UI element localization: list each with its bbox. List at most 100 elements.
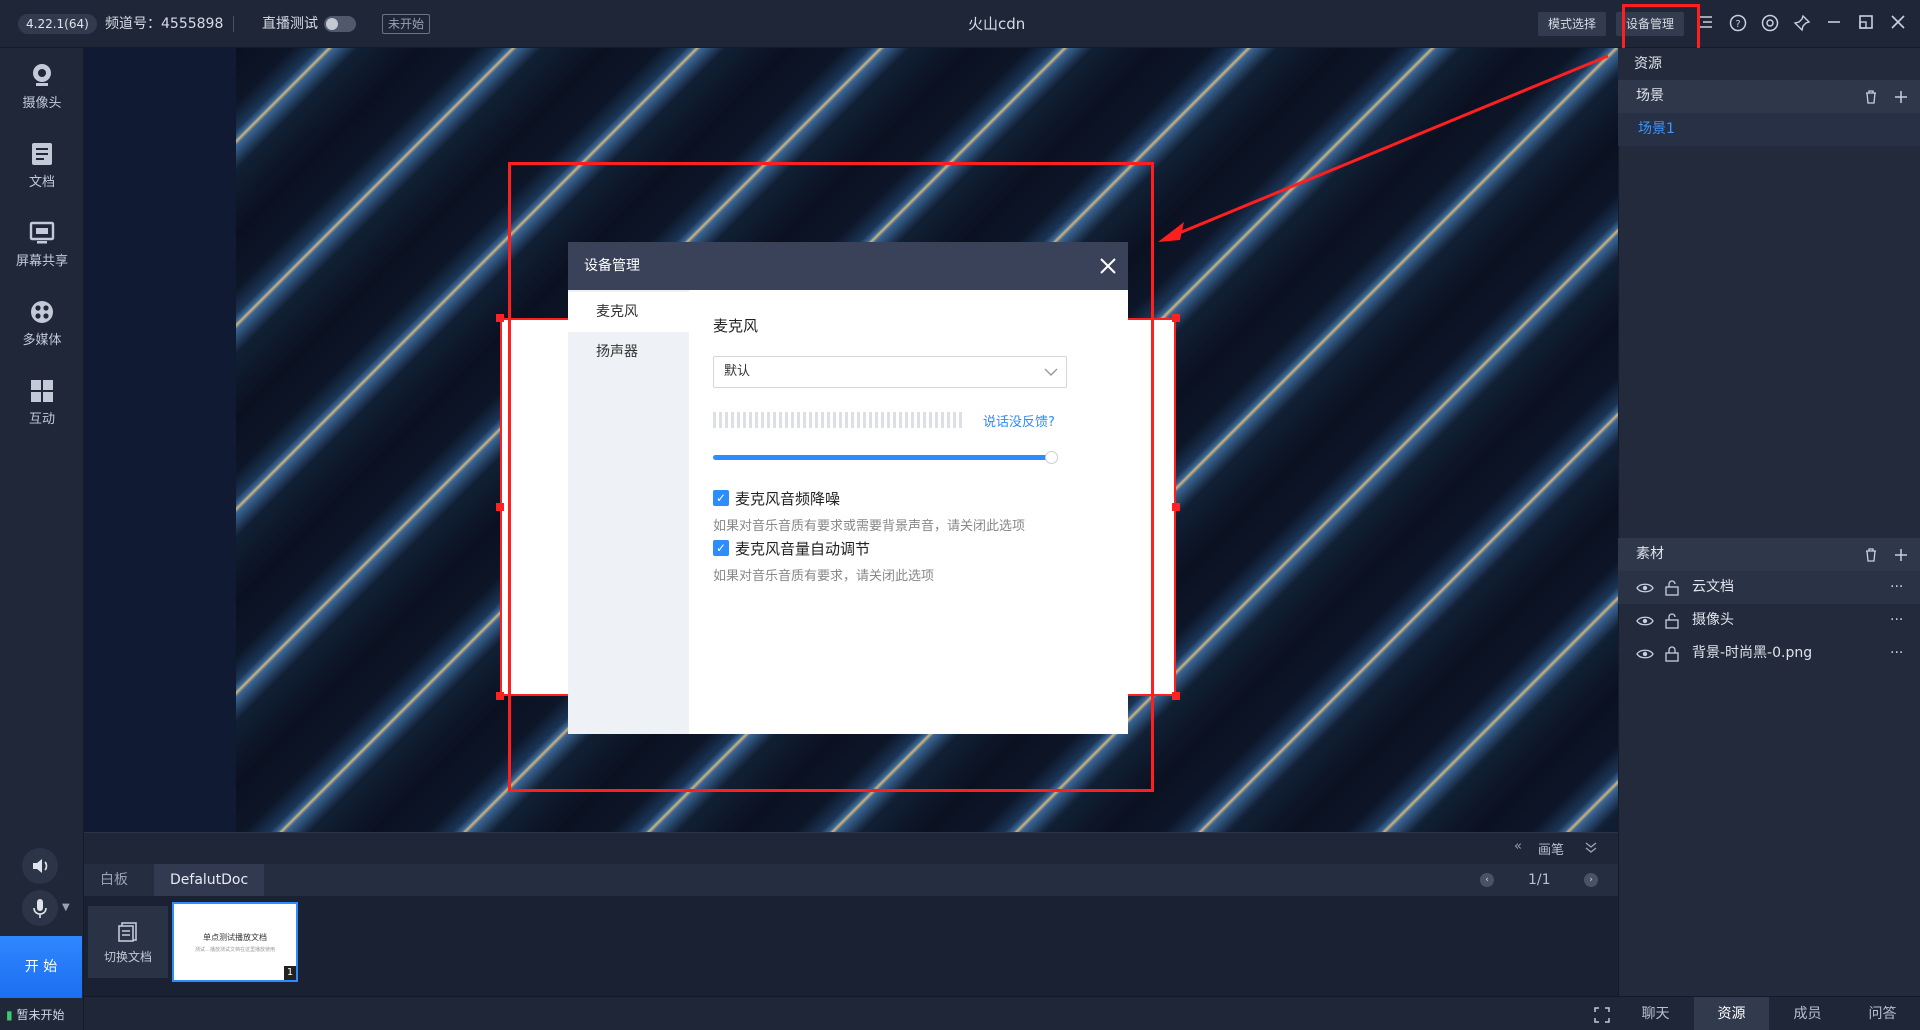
trash-icon[interactable] [1864,548,1878,562]
sidebar-item-document[interactable]: 文档 [0,131,84,201]
window-title: 火山cdn [968,15,1026,33]
more-icon[interactable]: ··· [1890,637,1903,670]
eye-icon[interactable] [1636,582,1654,594]
multimedia-icon [31,301,53,323]
resize-handle[interactable] [1172,503,1180,511]
live-status: ▮ 暂未开始 [6,1006,64,1023]
material-section-header: 素材 [1618,538,1920,571]
sidebar-item-label: 互动 [28,412,55,427]
doc-thumbnail[interactable]: 单点测试播放文档 测试…播放测试文档在这里播放使用 1 [172,902,298,982]
scene-item[interactable]: 场景1 [1618,113,1920,146]
minimize-icon[interactable] [1824,14,1844,34]
status-badge: 未开始 [382,14,431,34]
sidebar-item-multimedia[interactable]: 多媒体 [0,289,84,359]
help-icon[interactable]: ? [1728,14,1748,34]
switch-doc-icon [118,922,137,942]
speaker-button[interactable] [22,848,58,884]
material-name: 背景-时尚黑-0.png [1692,645,1813,661]
lock-icon[interactable] [1664,646,1680,662]
sidebar-item-label: 摄像头 [22,96,62,111]
scene-section-header: 场景 [1618,80,1920,113]
pen-tool[interactable]: 画笔 [1538,839,1564,858]
eye-icon[interactable] [1636,615,1654,627]
settings-icon[interactable] [1760,14,1780,34]
add-icon[interactable] [1894,548,1908,562]
microphone-button[interactable] [22,890,58,926]
annotation-box [1622,4,1700,52]
sidebar-item-label: 多媒体 [22,333,62,348]
sidebar-item-label: 屏幕共享 [15,254,68,269]
tab-whiteboard[interactable]: 白板 [84,864,144,896]
start-button[interactable]: 开 始 [0,936,82,998]
channel-number: 频道号：4555898 [105,16,224,32]
tab-chat[interactable]: 聊天 [1618,997,1693,1030]
material-item[interactable]: 云文档 ··· [1618,571,1920,604]
more-icon[interactable]: ··· [1890,604,1903,637]
microphone-icon [33,899,47,918]
switch-doc-button[interactable]: 切换文档 [88,906,168,978]
document-icon [32,143,52,165]
next-page-button[interactable]: › [1584,873,1598,887]
svg-text:?: ? [1735,19,1740,30]
version-badge: 4.22.1(64) [18,14,97,34]
sidebar-item-interactive[interactable]: 互动 [0,368,84,438]
resources-title: 资源 [1618,48,1920,80]
live-test-toggle[interactable] [324,16,356,32]
add-icon[interactable] [1894,90,1908,104]
material-name: 摄像头 [1692,612,1734,628]
thumb-subtitle: 测试…播放测试文档在这里播放使用 [194,947,275,953]
thumb-index: 1 [284,966,296,980]
pin-icon[interactable] [1792,14,1812,34]
thumb-title: 单点测试播放文档 [203,933,267,942]
trash-icon[interactable] [1864,90,1878,104]
page-indicator: 1/1 [1528,872,1551,888]
signal-icon: ▮ [6,1008,13,1022]
eye-icon[interactable] [1636,648,1654,660]
close-icon[interactable] [1888,14,1908,34]
maximize-icon[interactable] [1856,14,1876,34]
scene-item-label: 场景1 [1638,121,1675,137]
camera-icon [33,64,51,86]
resize-handle[interactable] [496,503,504,511]
switch-doc-label: 切换文档 [103,950,152,964]
material-item[interactable]: 背景-时尚黑-0.png ··· [1618,637,1920,670]
thumbnail-strip [84,896,1618,996]
sidebar-item-label: 文档 [28,175,55,190]
live-test-label: 直播测试 [262,16,318,32]
live-status-text: 暂未开始 [16,1008,65,1022]
footer-bar [84,996,1618,1030]
annotation-box [508,162,1154,792]
grid-icon [31,380,53,402]
fullscreen-icon[interactable] [1594,1007,1610,1023]
chevron-down-icon[interactable]: ▼ [62,902,70,913]
tab-resources[interactable]: 资源 [1694,997,1769,1030]
sidebar-item-camera[interactable]: 摄像头 [0,52,84,122]
tab-members[interactable]: 成员 [1770,997,1845,1030]
doc-tab-bar: 白板 DefalutDoc ‹ 1/1 › [84,864,1618,896]
tab-qa[interactable]: 问答 [1845,997,1920,1030]
resize-handle[interactable] [496,314,504,322]
divider [233,16,234,32]
resize-handle[interactable] [1172,692,1180,700]
tab-default-doc[interactable]: DefalutDoc [154,864,265,896]
unlock-icon[interactable] [1664,613,1680,629]
material-item[interactable]: 摄像头 ··· [1618,604,1920,637]
more-icon[interactable]: ··· [1890,571,1903,604]
annotation-arrow [1158,54,1609,242]
right-tab-bar: 聊天 资源 成员 问答 [1618,996,1920,1030]
speaker-icon [33,859,48,873]
unlock-icon[interactable] [1664,580,1680,596]
material-section-label: 素材 [1636,546,1664,562]
mode-select-button[interactable]: 模式选择 [1538,12,1607,36]
bottom-toolbar: « 画笔 [84,832,1618,864]
resize-handle[interactable] [496,692,504,700]
scene-section-label: 场景 [1636,88,1664,104]
chevron-double-down-icon[interactable] [1584,841,1598,855]
sidebar-item-screen-share[interactable]: 屏幕共享 [0,210,84,280]
prev-page-button[interactable]: ‹ [1480,873,1494,887]
right-panel [1618,48,1920,996]
collapse-left-icon[interactable]: « [1514,839,1522,854]
material-name: 云文档 [1692,579,1734,595]
resize-handle[interactable] [1172,314,1180,322]
screen-share-icon [29,221,55,244]
